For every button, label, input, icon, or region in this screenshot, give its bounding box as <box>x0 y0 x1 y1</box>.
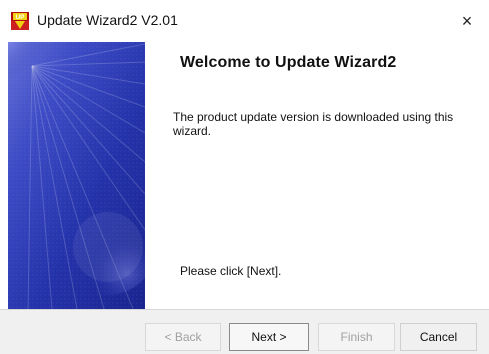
side-banner-image <box>8 42 145 309</box>
next-hint: Please click [Next]. <box>180 264 282 278</box>
svg-text:UP: UP <box>15 14 25 21</box>
finish-button[interactable]: Finish <box>318 323 395 351</box>
close-glyph: × <box>461 11 473 31</box>
button-bar: < Back Next > Finish Cancel <box>0 310 489 354</box>
title-bar: UP Update Wizard2 V2.01 × <box>0 0 489 42</box>
cancel-button[interactable]: Cancel <box>400 323 477 351</box>
wizard-description: The product update version is downloaded… <box>173 110 454 138</box>
window-title: Update Wizard2 V2.01 <box>37 12 178 28</box>
next-button[interactable]: Next > <box>229 323 309 351</box>
wizard-window: UP Update Wizard2 V2.01 × Welcome to Upd… <box>0 0 489 354</box>
back-button[interactable]: < Back <box>145 323 221 351</box>
wizard-content: Welcome to Update Wizard2 The product up… <box>0 42 489 309</box>
update-wizard-app-icon: UP <box>11 12 29 30</box>
welcome-title: Welcome to Update Wizard2 <box>180 54 397 71</box>
close-icon[interactable]: × <box>445 0 489 42</box>
